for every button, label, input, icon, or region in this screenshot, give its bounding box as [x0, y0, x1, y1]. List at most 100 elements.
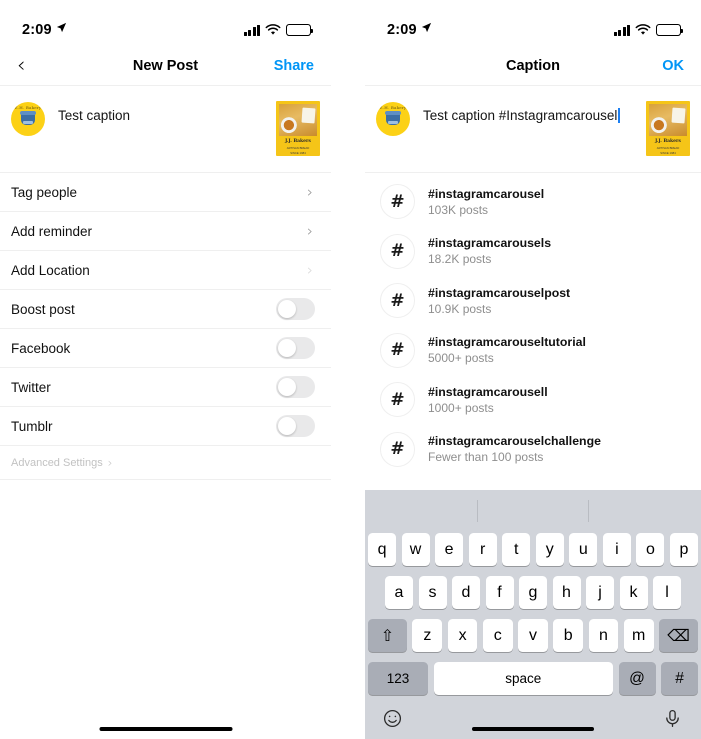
chevron-right-icon: › [307, 183, 313, 201]
key-y[interactable]: y [535, 533, 564, 566]
composer-row[interactable]: E.H. Bakery Test caption J.J. Bakers ART… [0, 86, 331, 173]
avatar-cup-icon [385, 111, 401, 125]
battery-icon [656, 24, 684, 36]
keyboard-bottom-bar [365, 703, 701, 739]
key-b[interactable]: b [553, 619, 584, 652]
option-row-tumblr[interactable]: Tumblr [0, 407, 331, 446]
key-a[interactable]: a [385, 576, 413, 609]
hash-key[interactable]: # [661, 662, 698, 695]
option-row-tag-people[interactable]: Tag people › [0, 173, 331, 212]
caption-text[interactable]: Test caption [58, 100, 263, 125]
toggle-tumblr[interactable] [276, 415, 315, 437]
key-l[interactable]: l [653, 576, 681, 609]
key-c[interactable]: c [482, 619, 513, 652]
option-label: Add Location [11, 262, 90, 278]
predictive-divider [476, 500, 478, 522]
key-h[interactable]: h [552, 576, 581, 609]
predictive-divider [588, 500, 590, 522]
hashtag-name: #instagramcarousel [428, 186, 545, 201]
key-r[interactable]: r [468, 533, 497, 566]
key-k[interactable]: k [619, 576, 648, 609]
key-i[interactable]: i [602, 533, 631, 566]
option-label: Add reminder [11, 223, 93, 239]
toggle-facebook[interactable] [276, 337, 315, 359]
option-row-add-location[interactable]: Add Location › [0, 251, 331, 290]
caption-input[interactable]: Test caption #Instagramcarousel [423, 100, 633, 125]
hashtag-name: #instagramcarousels [428, 236, 552, 251]
list-item[interactable]: # #instagramcarousel 103K posts [365, 177, 701, 227]
option-row-facebook[interactable]: Facebook [0, 329, 331, 368]
option-label: Twitter [11, 379, 51, 395]
chevron-right-icon: › [307, 261, 313, 279]
key-z[interactable]: z [412, 619, 443, 652]
hashtag-count: Fewer than 100 posts [428, 450, 544, 465]
thumbnail-line3: SINCE 1984 [290, 150, 306, 155]
key-d[interactable]: d [452, 576, 480, 609]
right-screen-caption: 2:09 Caption OK E.H. Bakery Test caption… [365, 0, 701, 739]
hashtag-count: 18.2K posts [428, 252, 492, 267]
option-label: Tag people [11, 184, 78, 200]
key-w[interactable]: w [401, 533, 430, 566]
key-j[interactable]: j [586, 576, 614, 609]
thumbnail-photo [649, 104, 687, 136]
emoji-icon[interactable] [382, 708, 404, 730]
caption-input-row[interactable]: E.H. Bakery Test caption #Instagramcarou… [365, 86, 701, 173]
key-p[interactable]: p [669, 533, 698, 566]
backspace-key-icon[interactable]: ⌫ [659, 619, 699, 652]
avatar-top-text: E.H. Bakery [379, 105, 407, 110]
chevron-right-icon: › [307, 222, 313, 240]
ok-button[interactable]: OK [662, 58, 684, 74]
nav-bar: ‹ New Post Share [0, 46, 331, 86]
hash-icon: # [380, 332, 415, 368]
shift-key-icon[interactable]: ⇧ [367, 619, 407, 652]
post-thumbnail[interactable]: J.J. Bakers ARTISAN BREAD SINCE 1984 [276, 101, 320, 156]
list-item[interactable]: # #instagramcarousell 1000+ posts [365, 375, 701, 425]
key-e[interactable]: e [435, 533, 464, 566]
option-row-add-reminder[interactable]: Add reminder › [0, 212, 331, 251]
wifi-icon [265, 24, 281, 36]
list-item[interactable]: # #instagramcarouseltutorial 5000+ posts [365, 326, 701, 376]
numbers-key[interactable]: 123 [368, 662, 428, 695]
toggle-twitter[interactable] [276, 376, 315, 398]
thumbnail-title: J.J. Bakers [655, 139, 681, 144]
predictive-text-bar[interactable] [365, 490, 701, 533]
list-item[interactable]: # #instagramcarousels 18.2K posts [365, 227, 701, 277]
mic-icon[interactable] [662, 708, 684, 730]
at-key[interactable]: @ [618, 662, 656, 695]
option-row-twitter[interactable]: Twitter [0, 368, 331, 407]
list-item[interactable]: # #instagramcarouselpost 10.9K posts [365, 276, 701, 326]
hashtag-name: #instagramcarousell [428, 384, 548, 399]
hashtag-name: #instagramcarouseltutorial [428, 335, 586, 350]
toggle-boost-post[interactable] [276, 298, 315, 320]
key-t[interactable]: t [502, 533, 531, 566]
thumbnail-photo [279, 104, 317, 136]
hashtag-count: 10.9K posts [428, 301, 492, 316]
key-v[interactable]: v [518, 619, 548, 652]
advanced-settings-link[interactable]: Advanced Settings › [0, 446, 331, 480]
keyboard-row-2: a s d f g h j k l [365, 576, 701, 609]
hashtag-name: #instagramcarouselpost [428, 285, 571, 300]
post-options-list: Tag people › Add reminder › Add Location… [0, 173, 331, 480]
key-s[interactable]: s [418, 576, 447, 609]
key-f[interactable]: f [485, 576, 514, 609]
key-q[interactable]: q [368, 533, 397, 566]
user-avatar: E.H. Bakery [376, 102, 410, 136]
key-x[interactable]: x [447, 619, 478, 652]
share-button[interactable]: Share [274, 58, 314, 74]
post-thumbnail[interactable]: J.J. Bakers ARTISAN BREAD SINCE 1984 [646, 101, 690, 156]
status-bar: 2:09 [365, 0, 701, 46]
hashtag-count: 103K posts [428, 202, 489, 217]
key-m[interactable]: m [623, 619, 654, 652]
hashtag-count: 1000+ posts [428, 400, 494, 415]
list-item[interactable]: # #instagramcarouselchallenge Fewer than… [365, 425, 701, 475]
left-screen-new-post: 2:09 ‹ New Post Share E.H. Bakery Test c… [0, 0, 331, 739]
option-row-boost-post[interactable]: Boost post [0, 290, 331, 329]
chevron-left-icon[interactable]: ‹ [17, 55, 41, 76]
home-indicator [472, 726, 594, 731]
key-n[interactable]: n [588, 619, 619, 652]
key-u[interactable]: u [569, 533, 598, 566]
key-o[interactable]: o [636, 533, 665, 566]
space-key[interactable]: space [433, 662, 613, 695]
thumbnail-line2: ARTISAN BREAD [286, 146, 310, 150]
key-g[interactable]: g [519, 576, 547, 609]
